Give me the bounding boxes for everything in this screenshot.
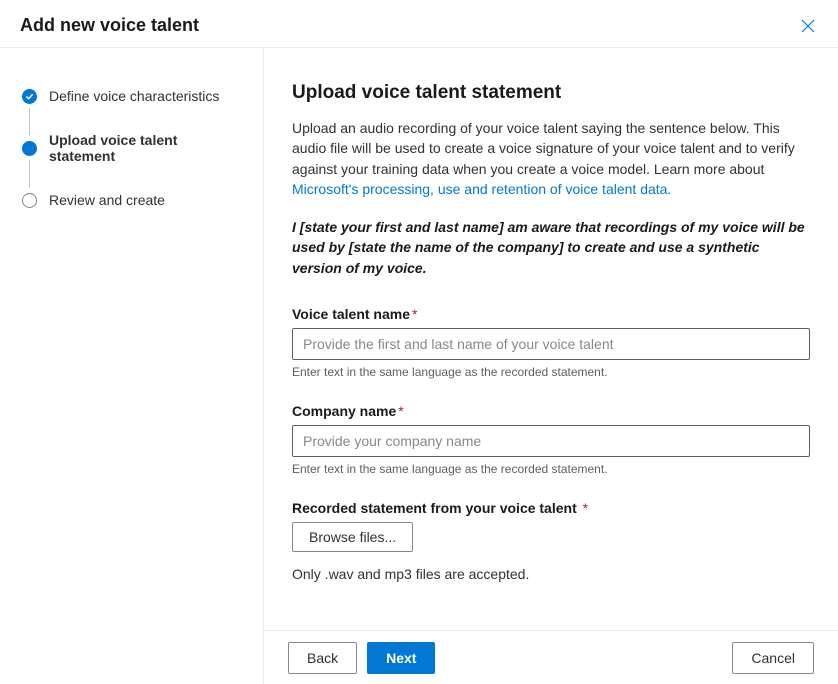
file-format-hint: Only .wav and mp3 files are accepted. xyxy=(292,566,810,582)
dialog-footer: Back Next Cancel xyxy=(264,630,838,684)
step-review-create[interactable]: Review and create xyxy=(22,188,247,212)
field-recorded-statement: Recorded statement from your voice talen… xyxy=(292,500,810,582)
step-define-characteristics[interactable]: Define voice characteristics xyxy=(22,84,247,108)
browse-files-button[interactable]: Browse files... xyxy=(292,522,413,552)
cancel-button[interactable]: Cancel xyxy=(732,642,814,674)
step-connector xyxy=(29,160,30,188)
label-text: Voice talent name xyxy=(292,306,410,322)
intro-part: Upload an audio recording of your voice … xyxy=(292,120,795,177)
field-voice-talent-name: Voice talent name* Enter text in the sam… xyxy=(292,306,810,379)
close-button[interactable] xyxy=(798,16,818,36)
next-button[interactable]: Next xyxy=(367,642,435,674)
section-title: Upload voice talent statement xyxy=(292,82,810,104)
recording-label: Recorded statement from your voice talen… xyxy=(292,500,810,516)
step-upload-statement[interactable]: Upload voice talent statement xyxy=(22,136,247,160)
required-indicator: * xyxy=(398,403,403,419)
wizard-steps-sidebar: Define voice characteristics Upload voic… xyxy=(0,48,264,684)
intro-text: Upload an audio recording of your voice … xyxy=(292,118,810,199)
voice-name-helper: Enter text in the same language as the r… xyxy=(292,365,810,379)
learn-more-link[interactable]: Microsoft's processing, use and retentio… xyxy=(292,181,671,197)
statement-script: I [state your first and last name] am aw… xyxy=(292,217,810,278)
company-label: Company name* xyxy=(292,403,810,419)
step-label: Review and create xyxy=(49,192,165,208)
dialog-header: Add new voice talent xyxy=(0,0,838,48)
close-icon xyxy=(801,19,815,33)
required-indicator: * xyxy=(412,306,417,322)
dialog-title: Add new voice talent xyxy=(20,15,199,36)
company-input[interactable] xyxy=(292,425,810,457)
pending-step-icon xyxy=(22,193,37,208)
step-connector xyxy=(29,108,30,136)
label-text: Company name xyxy=(292,403,396,419)
company-helper: Enter text in the same language as the r… xyxy=(292,462,810,476)
label-text: Recorded statement from your voice talen… xyxy=(292,500,577,516)
voice-name-label: Voice talent name* xyxy=(292,306,810,322)
voice-name-input[interactable] xyxy=(292,328,810,360)
step-label: Upload voice talent statement xyxy=(49,132,247,164)
check-icon xyxy=(22,89,37,104)
step-label: Define voice characteristics xyxy=(49,88,219,104)
required-indicator: * xyxy=(579,500,588,516)
field-company-name: Company name* Enter text in the same lan… xyxy=(292,403,810,476)
back-button[interactable]: Back xyxy=(288,642,357,674)
main-content: Upload voice talent statement Upload an … xyxy=(264,48,838,630)
active-step-icon xyxy=(22,141,37,156)
